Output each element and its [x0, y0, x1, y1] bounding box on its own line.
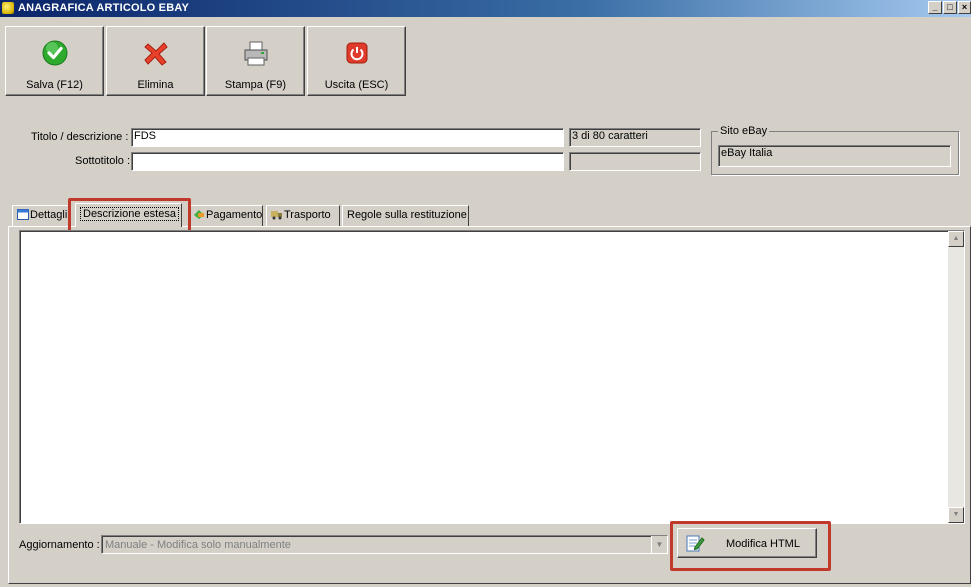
title-bar: ANAGRAFICA ARTICOLO EBAY _ □ ×: [0, 0, 971, 17]
printer-icon: [244, 41, 268, 66]
subtitle-input[interactable]: [131, 152, 564, 171]
power-icon: [346, 42, 368, 64]
payment-icon: [194, 210, 204, 219]
save-button[interactable]: Salva (F12): [5, 26, 104, 96]
save-label: Salva (F12): [26, 79, 83, 91]
scroll-up-button[interactable]: ▲: [948, 231, 964, 247]
update-select[interactable]: Manuale - Modifica solo manualmente ▼: [101, 535, 668, 554]
print-label: Stampa (F9): [224, 79, 287, 91]
print-button[interactable]: Stampa (F9): [206, 26, 305, 96]
delete-button[interactable]: Elimina: [106, 26, 205, 96]
tab-pagamento[interactable]: Pagamento: [188, 205, 263, 226]
maximize-button[interactable]: □: [943, 1, 957, 14]
checkmark-icon: [42, 40, 68, 66]
title-label: Titolo / descrizione :: [31, 131, 129, 143]
scroll-down-button[interactable]: ▼: [948, 507, 964, 523]
calendar-icon: [17, 209, 29, 220]
description-editor[interactable]: [19, 230, 965, 524]
close-icon: ×: [961, 2, 968, 12]
minimize-button[interactable]: _: [928, 1, 942, 14]
title-char-counter: 3 di 80 caratteri: [569, 128, 701, 147]
window-title: ANAGRAFICA ARTICOLO EBAY: [18, 2, 190, 14]
site-ebay-legend: Sito eBay: [720, 125, 768, 137]
minimize-icon: _: [932, 2, 938, 12]
tab-regole-restituzione[interactable]: Regole sulla restituzione: [342, 205, 469, 226]
subtitle-label: Sottotitolo :: [75, 155, 131, 167]
app-icon: [2, 2, 14, 14]
exit-button[interactable]: Uscita (ESC): [307, 26, 406, 96]
truck-icon: [271, 211, 282, 220]
update-select-value: Manuale - Modifica solo manualmente: [105, 539, 291, 551]
subtitle-char-counter: [569, 152, 701, 171]
editor-vertical-scrollbar[interactable]: ▲ ▼: [948, 231, 964, 523]
edit-html-highlight-frame: [670, 521, 831, 571]
delete-x-icon: [144, 42, 168, 66]
dropdown-arrow-icon[interactable]: ▼: [651, 536, 667, 553]
tab-regole-label: Regole sulla restituzione: [347, 209, 467, 221]
tab-dettagli[interactable]: Dettagli: [12, 205, 71, 226]
tab-dettagli-label: Dettagli: [30, 209, 68, 221]
tab-descrizione-estesa[interactable]: Descrizione estesa: [75, 203, 182, 227]
tab-pagamento-label: Pagamento: [206, 209, 263, 221]
site-ebay-field: eBay Italia: [718, 145, 951, 167]
title-input[interactable]: FDS: [131, 128, 564, 147]
tab-trasporto[interactable]: Trasporto: [266, 205, 340, 226]
maximize-icon: □: [947, 2, 953, 12]
exit-label: Uscita (ESC): [324, 79, 389, 91]
tab-trasporto-label: Trasporto: [284, 209, 331, 221]
delete-label: Elimina: [137, 79, 174, 91]
update-label: Aggiornamento :: [19, 539, 100, 551]
close-button[interactable]: ×: [958, 1, 971, 14]
chevron-up-icon: ▲: [952, 235, 960, 242]
chevron-down-icon: ▼: [952, 511, 960, 518]
tab-descrizione-label: Descrizione estesa: [80, 207, 179, 221]
